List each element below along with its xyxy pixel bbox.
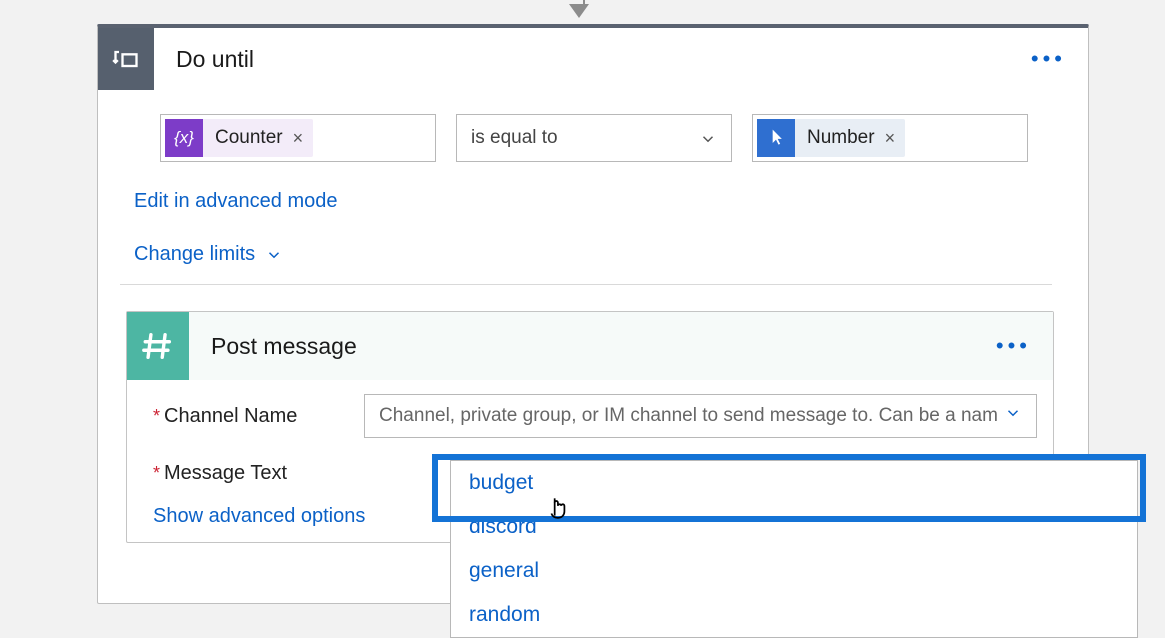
input-token-number[interactable]: Number × (757, 119, 905, 157)
required-star-icon: * (153, 463, 160, 484)
operator-label: is equal to (471, 127, 558, 149)
variable-token-counter[interactable]: {x} Counter × (165, 119, 313, 157)
condition-operator-select[interactable]: is equal to (456, 114, 732, 162)
post-message-title: Post message (211, 333, 357, 360)
token-remove-button[interactable]: × (885, 128, 896, 149)
post-message-header[interactable]: Post message ••• (127, 312, 1053, 380)
dropdown-option-budget[interactable]: budget (451, 461, 1137, 505)
token-label: Counter (215, 127, 283, 149)
edit-advanced-mode-link[interactable]: Edit in advanced mode (134, 186, 1088, 229)
flow-arrow-down-icon (578, 0, 589, 18)
condition-row: {x} Counter × is equal to Number × (98, 90, 1088, 162)
required-star-icon: * (153, 406, 160, 427)
condition-left-input[interactable]: {x} Counter × (160, 114, 436, 162)
channel-name-placeholder: Channel, private group, or IM channel to… (379, 405, 998, 427)
slack-hash-icon (127, 312, 189, 380)
condition-right-input[interactable]: Number × (752, 114, 1028, 162)
change-limits-link[interactable]: Change limits (134, 229, 1088, 284)
post-message-menu-button[interactable]: ••• (996, 333, 1031, 359)
dropdown-option-discord[interactable]: discord (451, 505, 1137, 549)
do-until-header[interactable]: Do until ••• (98, 28, 1088, 90)
chevron-down-icon (699, 130, 715, 146)
message-text-label: Message Text (164, 462, 364, 485)
chevron-down-icon (265, 246, 283, 264)
do-until-menu-button[interactable]: ••• (1031, 46, 1066, 72)
channel-name-label: Channel Name (164, 405, 364, 428)
channel-name-row: * Channel Name Channel, private group, o… (127, 380, 1053, 438)
variable-icon: {x} (165, 119, 203, 157)
divider (120, 284, 1052, 285)
do-until-card: Do until ••• {x} Counter × is equal to N… (97, 24, 1089, 604)
pointer-icon (757, 119, 795, 157)
token-remove-button[interactable]: × (293, 128, 304, 149)
dropdown-option-random[interactable]: random (451, 593, 1137, 637)
do-until-title: Do until (176, 46, 254, 73)
channel-name-select[interactable]: Channel, private group, or IM channel to… (364, 394, 1037, 438)
do-until-icon (98, 28, 154, 90)
dropdown-option-general[interactable]: general (451, 549, 1137, 593)
change-limits-label: Change limits (134, 243, 255, 266)
token-label: Number (807, 127, 875, 149)
chevron-down-icon (1004, 404, 1022, 428)
channel-name-dropdown: budget discord general random (450, 460, 1138, 638)
